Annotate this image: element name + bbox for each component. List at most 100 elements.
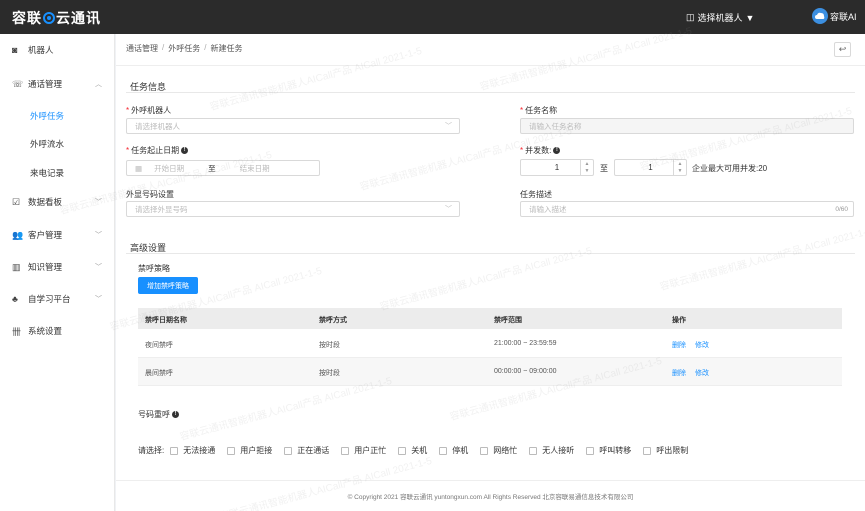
sidebar-subitem-outbound-log[interactable]: 外呼流水 — [30, 138, 64, 150]
checkbox[interactable] — [170, 446, 179, 455]
concurrency-min-input[interactable]: 1 ▲ ▼ — [520, 159, 594, 176]
column-header: 禁呼范围 — [494, 317, 522, 324]
main-content: 通话管理 / 外呼任务 / 新建任务 ↩ 任务信息 * 外呼机器人 请选择机器人 … — [59, 26, 865, 511]
checkbox[interactable] — [480, 446, 489, 455]
robot-select-dropdown[interactable]: ◫ 选择机器人 ▼ — [686, 11, 754, 24]
return-icon: ↩ — [838, 44, 847, 54]
breadcrumb-separator: / — [204, 43, 207, 52]
robot-select-placeholder: 请选择机器人 — [135, 121, 180, 131]
concurrency-label: * 并发数:! — [520, 145, 561, 156]
phone-icon: ☏ — [12, 78, 24, 89]
checkbox-option[interactable]: 网络忙 — [480, 445, 517, 456]
description-label: 任务描述 — [520, 190, 552, 199]
chevron-down-icon: ﹀ — [95, 232, 102, 239]
logo[interactable]: 容联 云通讯 — [12, 8, 101, 28]
breadcrumb-item[interactable]: 通话管理 — [126, 43, 158, 54]
table-cell: 按时段 — [319, 370, 340, 377]
sidebar-subitem-outbound-task[interactable]: 外呼任务 — [30, 110, 64, 122]
concurrency-max-value: 1 — [648, 163, 653, 172]
stepper[interactable]: ▲ ▼ — [580, 160, 593, 175]
back-button[interactable]: ↩ — [834, 42, 851, 57]
chevron-down-icon: ▼ — [677, 168, 683, 175]
edit-link[interactable]: 修改 — [695, 368, 709, 378]
column-header: 禁呼日期名称 — [145, 317, 187, 324]
cloud-icon — [815, 12, 825, 19]
info-icon: ! — [172, 411, 179, 419]
sidebar-item-system-settings[interactable]: 卌 系统设置 — [0, 321, 115, 341]
checkbox-option[interactable]: 关机 — [398, 445, 427, 456]
caret-down-icon: ▼ — [745, 12, 755, 23]
concurrency-max-input[interactable]: 1 ▲ ▼ — [614, 159, 687, 176]
stepper[interactable]: ▲ ▼ — [673, 160, 686, 175]
dashboard-icon: ☑ — [12, 196, 21, 207]
checkbox[interactable] — [439, 446, 448, 455]
date-range-separator: 至 — [208, 163, 216, 173]
column-header: 操作 — [672, 317, 686, 324]
sidebar-item-self-learning[interactable]: ♣ 自学习平台 ﹀ — [0, 289, 115, 309]
footer-copyright: © Copyright 2021 容联云通讯 yuntongxun.com Al… — [347, 494, 634, 501]
chevron-down-icon: ﹀ — [95, 199, 102, 206]
checkbox-option[interactable]: 呼出限制 — [643, 445, 688, 456]
delete-link[interactable]: 删除 — [672, 368, 686, 378]
sidebar: ◙ 机器人 ☏ 通话管理 ︿ 外呼任务 外呼流水 来电记录 ☑ 数据看板 ﹀ 👥… — [0, 34, 115, 511]
user-menu[interactable]: 容联AI — [812, 8, 857, 24]
table-cell: 按时段 — [319, 342, 340, 349]
character-count: 0/60 — [835, 205, 848, 213]
checkbox-option[interactable]: 停机 — [439, 445, 468, 456]
avatar — [812, 8, 828, 24]
sidebar-item-label: 自学习平台 — [28, 294, 71, 304]
sidebar-item-knowledge[interactable]: ▥ 知识管理 ﹀ — [0, 257, 115, 277]
redial-label: 号码重呼! — [138, 409, 179, 420]
sidebar-item-label: 客户管理 — [28, 230, 63, 240]
checkbox-option[interactable]: 无人接听 — [529, 445, 574, 456]
column-header: 禁呼方式 — [319, 317, 347, 324]
watermark: 容联云通讯智能机器人AICall产品 AICall 2021-1-5 — [658, 225, 865, 294]
book-icon: ▥ — [12, 261, 21, 272]
caller-id-label: 外显号码设置 — [126, 190, 174, 199]
sidebar-item-dashboard[interactable]: ☑ 数据看板 ﹀ — [0, 192, 115, 212]
end-date-placeholder: 结束日期 — [239, 163, 270, 173]
description-placeholder: 请输入描述 — [529, 204, 567, 214]
calendar-icon: ▦ — [135, 163, 143, 173]
chevron-up-icon: ▲ — [584, 160, 590, 167]
learn-icon: ♣ — [12, 294, 18, 304]
description-input[interactable]: 请输入描述 0/60 — [520, 201, 854, 217]
caller-id-select[interactable]: 请选择外显号码 ﹀ — [126, 201, 460, 217]
table-cell: 00:00:00 ~ 09:00:00 — [494, 368, 557, 375]
info-icon: ! — [553, 147, 561, 155]
sidebar-subitem-incoming-records[interactable]: 来电记录 — [30, 167, 64, 179]
checkbox[interactable] — [227, 446, 236, 455]
breadcrumb-item[interactable]: 外呼任务 — [168, 43, 200, 54]
checkbox-option[interactable]: 正在通话 — [284, 445, 329, 456]
watermark: 容联云通讯智能机器人AICall产品 AICall 2021-1-5 — [218, 455, 434, 511]
sidebar-item-customers[interactable]: 👥 客户管理 ﹀ — [0, 225, 115, 245]
checkbox[interactable] — [398, 446, 407, 455]
checkbox[interactable] — [643, 446, 652, 455]
info-icon: ! — [181, 147, 189, 155]
sidebar-item-label: 知识管理 — [28, 262, 63, 272]
checkbox[interactable] — [341, 446, 350, 455]
checkbox[interactable] — [586, 446, 595, 455]
robot-select[interactable]: 请选择机器人 ﹀ — [126, 118, 460, 134]
top-bar: 容联 云通讯 ◫ 选择机器人 ▼ 容联AI — [0, 0, 865, 34]
table-cell: 晨间禁呼 — [145, 370, 173, 377]
table-header: 禁呼日期名称 禁呼方式 禁呼范围 操作 — [138, 308, 842, 329]
task-name-placeholder: 请输入任务名称 — [529, 121, 582, 131]
add-block-strategy-button[interactable]: 增加禁呼策略 — [138, 277, 198, 294]
redial-options: 请选择: 无法接通 用户拒接 正在通话 用户正忙 关机 停机 网络忙 无人接听 … — [138, 445, 700, 456]
checkbox-option[interactable]: 用户正忙 — [341, 445, 386, 456]
task-name-input[interactable]: 请输入任务名称 — [520, 118, 854, 134]
delete-link[interactable]: 删除 — [672, 340, 686, 350]
checkbox-option[interactable]: 无法接通 — [170, 445, 215, 456]
checkbox-option[interactable]: 用户拒接 — [227, 445, 272, 456]
checkbox[interactable] — [529, 446, 538, 455]
sidebar-item-call-management[interactable]: ☏ 通话管理 ︿ — [0, 74, 115, 94]
date-range-picker[interactable]: ▦ 开始日期 至 结束日期 — [126, 160, 320, 176]
checkbox-option[interactable]: 呼叫转移 — [586, 445, 631, 456]
divider — [116, 480, 865, 481]
users-icon: 👥 — [12, 229, 24, 240]
sidebar-item-robot[interactable]: ◙ 机器人 — [0, 40, 115, 60]
edit-link[interactable]: 修改 — [695, 340, 709, 350]
choose-label: 请选择: — [138, 446, 165, 455]
checkbox[interactable] — [284, 446, 293, 455]
